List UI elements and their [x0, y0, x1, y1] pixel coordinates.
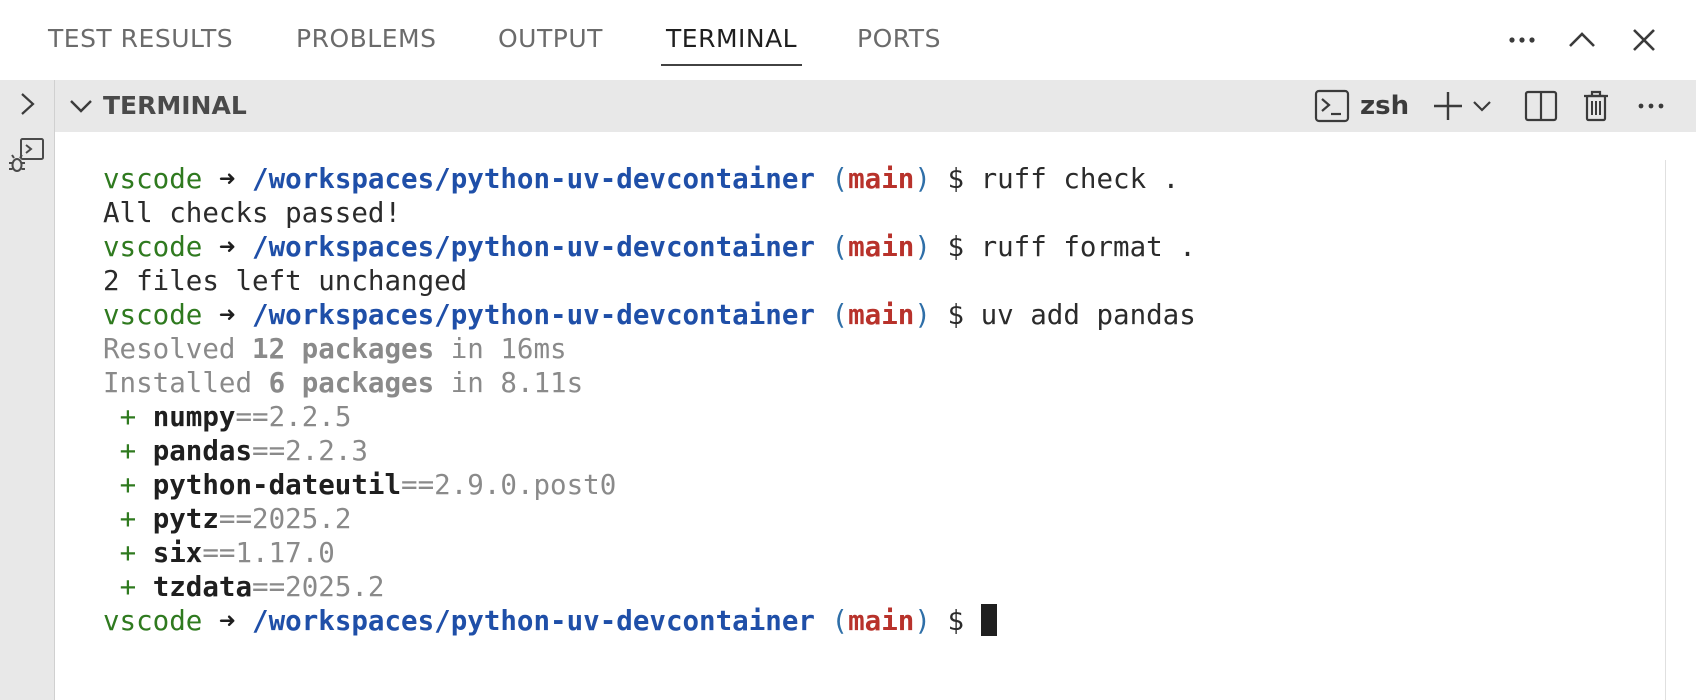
- terminal-view[interactable]: vscode ➜ /workspaces/python-uv-devcontai…: [55, 132, 1696, 700]
- status-time: in 8.11s: [450, 367, 584, 399]
- terminal-status-line: Installed 6 packages in 8.11s: [103, 366, 1196, 400]
- terminal-output-line: All checks passed!: [103, 196, 1196, 230]
- prompt-path: /workspaces/python-uv-devcontainer: [252, 605, 815, 637]
- package-name: pytz: [152, 503, 219, 535]
- prompt-user: vscode: [103, 163, 203, 195]
- terminal-output: vscode ➜ /workspaces/python-uv-devcontai…: [103, 162, 1196, 638]
- activity-strip: [0, 80, 55, 700]
- installed-package-line: + tzdata==2025.2: [103, 570, 1196, 604]
- terminal-prompt-line: vscode ➜ /workspaces/python-uv-devcontai…: [103, 163, 1180, 195]
- prompt-symbol: $: [947, 299, 964, 331]
- trash-icon[interactable]: [1576, 86, 1616, 126]
- prompt-user: vscode: [103, 231, 203, 263]
- installed-package-line: + six==1.17.0: [103, 536, 1196, 570]
- terminal-cursor: [980, 604, 997, 636]
- prompt-branch: main: [848, 605, 915, 637]
- terminal-section-header: TERMINAL zsh: [55, 80, 1696, 132]
- package-version: ==1.17.0: [202, 537, 335, 569]
- output-text: All checks passed!: [103, 197, 402, 229]
- chevron-down-icon[interactable]: [61, 86, 101, 126]
- package-version: ==2025.2: [252, 571, 385, 603]
- more-icon[interactable]: [1500, 18, 1544, 62]
- package-version: ==2.9.0.post0: [401, 469, 617, 501]
- status-verb: Resolved: [103, 333, 236, 365]
- tab-terminal[interactable]: TERMINAL: [660, 0, 803, 80]
- package-name: six: [152, 537, 203, 569]
- package-added-sign: +: [119, 435, 137, 467]
- prompt-symbol: $: [947, 605, 964, 637]
- installed-package-line: + python-dateutil==2.9.0.post0: [103, 468, 1196, 502]
- package-added-sign: +: [119, 401, 137, 433]
- tab-problems[interactable]: PROBLEMS: [296, 0, 436, 80]
- installed-package-line: + pandas==2.2.3: [103, 434, 1196, 468]
- prompt-user: vscode: [103, 299, 203, 331]
- prompt-arrow: ➜: [218, 163, 236, 195]
- prompt-arrow: ➜: [218, 605, 236, 637]
- package-version: ==2.2.3: [252, 435, 368, 467]
- status-verb: Installed: [103, 367, 253, 399]
- chevron-up-icon[interactable]: [1560, 18, 1604, 62]
- prompt-path: /workspaces/python-uv-devcontainer: [252, 163, 815, 195]
- terminal-scrollbar[interactable]: [1665, 160, 1696, 700]
- status-time: in 16ms: [450, 333, 567, 365]
- close-icon[interactable]: [1622, 18, 1666, 62]
- chevron-down-icon[interactable]: [1468, 86, 1496, 126]
- terminal-profile-label[interactable]: zsh: [1360, 80, 1409, 132]
- prompt-path: /workspaces/python-uv-devcontainer: [252, 299, 815, 331]
- more-icon[interactable]: [1631, 86, 1671, 126]
- tab-test-results[interactable]: TEST RESULTS: [48, 0, 233, 80]
- panel-tab-bar: TEST RESULTS PROBLEMS OUTPUT TERMINAL PO…: [0, 0, 1696, 80]
- debug-console-icon[interactable]: [7, 136, 47, 176]
- package-name: python-dateutil: [152, 469, 402, 501]
- tab-ports[interactable]: PORTS: [857, 0, 941, 80]
- installed-package-line: + pytz==2025.2: [103, 502, 1196, 536]
- terminal-output-line: 2 files left unchanged: [103, 264, 1196, 298]
- section-title: TERMINAL: [103, 91, 247, 120]
- prompt-path: /workspaces/python-uv-devcontainer: [252, 231, 815, 263]
- terminal-status-line: Resolved 12 packages in 16ms: [103, 332, 1196, 366]
- package-added-sign: +: [119, 537, 137, 569]
- terminal-command: ruff check .: [980, 163, 1180, 195]
- package-added-sign: +: [119, 503, 137, 535]
- package-version: ==2025.2: [218, 503, 352, 535]
- terminal-prompt-line: vscode ➜ /workspaces/python-uv-devcontai…: [103, 299, 1196, 331]
- prompt-arrow: ➜: [218, 299, 236, 331]
- package-version: ==2.2.5: [235, 401, 352, 433]
- package-name: tzdata: [152, 571, 253, 603]
- prompt-symbol: $: [947, 231, 964, 263]
- prompt-branch: main: [848, 299, 915, 331]
- terminal-command: uv add pandas: [980, 299, 1196, 331]
- package-added-sign: +: [119, 571, 137, 603]
- prompt-branch: main: [848, 163, 915, 195]
- terminal-prompt-line: vscode ➜ /workspaces/python-uv-devcontai…: [103, 604, 1196, 638]
- output-text: 2 files left unchanged: [103, 265, 468, 297]
- terminal-command: ruff format .: [980, 231, 1196, 263]
- package-added-sign: +: [119, 469, 137, 501]
- installed-package-line: + numpy==2.2.5: [103, 400, 1196, 434]
- plus-icon[interactable]: [1428, 86, 1468, 126]
- prompt-symbol: $: [947, 163, 964, 195]
- prompt-arrow: ➜: [218, 231, 236, 263]
- chevron-right-icon[interactable]: [7, 84, 47, 124]
- status-count: 12 packages: [252, 333, 435, 365]
- split-icon[interactable]: [1521, 86, 1561, 126]
- tab-output[interactable]: OUTPUT: [498, 0, 603, 80]
- package-name: numpy: [152, 401, 236, 433]
- terminal-prompt-line: vscode ➜ /workspaces/python-uv-devcontai…: [103, 231, 1196, 263]
- package-name: pandas: [152, 435, 253, 467]
- terminal-icon[interactable]: [1312, 86, 1352, 126]
- prompt-branch: main: [848, 231, 915, 263]
- status-count: 6 packages: [268, 367, 435, 399]
- prompt-user: vscode: [103, 605, 203, 637]
